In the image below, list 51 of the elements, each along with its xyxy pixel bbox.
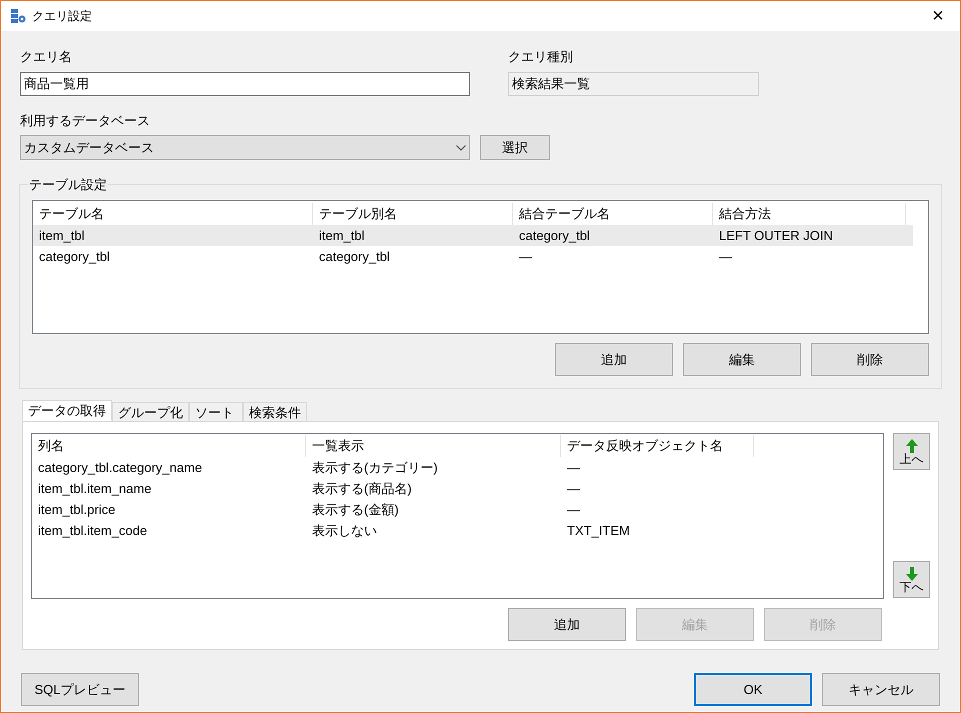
table-row[interactable]: category_tbl category_tbl — — [33, 246, 913, 267]
close-button[interactable]: × [916, 1, 960, 31]
table-row[interactable]: item_tbl item_tbl category_tbl LEFT OUTER JOIN [33, 225, 913, 246]
table-cell-text: item_tbl [38, 226, 86, 245]
table-cell-text: LEFT OUTER JOIN [718, 226, 834, 245]
window-title: クエリ設定 [32, 8, 92, 25]
table-cell-text: category_tbl.category_name [37, 458, 204, 477]
dialog-button[interactable]: OK [694, 673, 812, 706]
up-arrow-icon [906, 438, 918, 452]
table-cell-text: category_tbl [318, 248, 391, 266]
tab[interactable]: データの取得 [22, 400, 112, 421]
query-type-field: 検索結果一覧 [508, 72, 759, 96]
move-up-button[interactable]: 上へ [893, 433, 930, 470]
app-icon [10, 8, 26, 24]
down-arrow-icon [906, 566, 918, 580]
tab[interactable]: 検索条件 [243, 402, 307, 421]
table-cell-text: — [566, 500, 581, 519]
table-cell-text: 表示する(カテゴリー) [311, 458, 439, 477]
table-cell-text: category_tbl [518, 226, 591, 245]
table-cell-text: — [566, 458, 581, 477]
move-down-button[interactable]: 下へ [893, 561, 930, 598]
dialog-button[interactable]: 追加 [555, 343, 673, 376]
tab[interactable]: グループ化 [112, 402, 189, 421]
dialog-button[interactable]: キャンセル [822, 673, 940, 706]
field-label: クエリ名 [20, 48, 73, 66]
table-cell-text: — [718, 248, 733, 266]
tab[interactable]: ソート [189, 402, 243, 421]
table-cell-text: item_tbl [318, 226, 366, 245]
dialog-button[interactable]: 追加 [508, 608, 626, 641]
table-cell-text: category_tbl [38, 248, 111, 266]
column-header[interactable]: 列名 [32, 435, 306, 457]
column-header[interactable]: データ反映オブジェクト名 [561, 435, 754, 457]
table-cell-text: — [566, 480, 581, 498]
dialog-button[interactable]: SQLプレビュー [21, 673, 139, 706]
dialog-button[interactable]: 削除 [811, 343, 929, 376]
dialog-button[interactable]: 編集 [683, 343, 801, 376]
field-label: 利用するデータベース [20, 112, 151, 130]
table-cell-text: 表示する(商品名) [311, 480, 413, 498]
table-cell-text: item_tbl.price [37, 500, 116, 519]
table-cell-text: item_tbl.item_name [37, 480, 152, 498]
select-button[interactable]: 選択 [480, 135, 550, 160]
column-header[interactable]: 一覧表示 [306, 435, 561, 457]
database-dropdown[interactable]: カスタムデータベース [20, 135, 470, 160]
table-cell-text: TXT_ITEM [566, 522, 631, 540]
table-cell-text: — [518, 248, 533, 266]
query-name-field[interactable]: 商品一覧用 [20, 72, 470, 96]
table-cell-text: 表示する(金額) [311, 500, 400, 519]
table-cell-text: item_tbl.item_code [37, 522, 148, 540]
table-cell-text: 表示しない [311, 522, 378, 540]
field-label: クエリ種別 [508, 48, 574, 66]
chevron-down-icon [456, 144, 466, 150]
